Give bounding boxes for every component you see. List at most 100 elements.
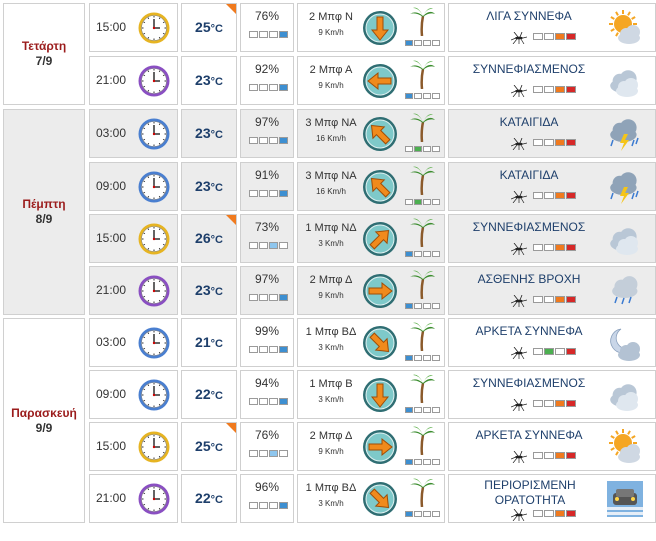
humidity-bar-segment — [279, 137, 288, 144]
forecast-time: 03:00 — [96, 126, 127, 140]
wind-bar-segment — [432, 355, 440, 361]
condition-cell: ΚΑΤΑΙΓΙΔΑ — [448, 109, 656, 158]
humidity-cell: 96% — [240, 474, 294, 523]
wind-strength-bar — [405, 40, 440, 46]
temperature-value: 25 — [195, 19, 211, 35]
forecast-row: 21:00 22°C 96% 1 Μπφ ΒΔ 3 Km/h ΠΕΡΙΟΡΙΣΜΕΝΗ Ο… — [89, 474, 656, 523]
mosquito-bar-segment — [533, 348, 543, 355]
mosquito-icon — [510, 294, 528, 308]
forecast-row: 15:00 25°C 76% 2 Μπφ Ν 9 Km/h ΛΙΓΑ ΣΥΝΝΕΦΑ — [89, 3, 656, 52]
humidity-bar-segment — [249, 398, 258, 405]
wind-bar-segment — [432, 146, 440, 152]
yellow-clock-icon — [137, 222, 171, 256]
cloudy-icon — [607, 221, 643, 257]
mosquito-bar-segment — [566, 296, 576, 303]
mosquito-bar-segment — [566, 510, 576, 517]
wind-direction-arrow-icon — [362, 429, 398, 465]
mosquito-bar-segment — [533, 192, 543, 199]
humidity-value: 97% — [254, 272, 280, 286]
humidity-bar-segment — [249, 502, 258, 509]
temperature: 23°C — [182, 282, 236, 300]
humidity-value: 99% — [254, 324, 280, 338]
palm-tree-icon — [408, 373, 436, 404]
condition-text: ΠΕΡΙΟΡΙΣΜΕΝΗ ΟΡΑΤΟΤΗΤΑ — [484, 478, 576, 507]
temperature: 23°C — [182, 125, 236, 143]
temperature-cell: 21°C — [181, 318, 237, 367]
temperature: 25°C — [182, 438, 236, 456]
warm-marker — [226, 4, 236, 14]
wind-kmh: 9 Km/h — [318, 81, 344, 90]
temperature-unit: °C — [210, 286, 223, 298]
mosquito-bar-segment — [555, 400, 565, 407]
humidity-bar-segment — [259, 502, 268, 509]
temperature-cell: 23°C — [181, 109, 237, 158]
condition-text: ΣΥΝΝΕΦΙΑΣΜΕΝΟΣ — [472, 220, 586, 234]
forecast-row: 03:00 23°C 97% 3 Μπφ ΝΑ 16 Km/h ΚΑΤΑΙΓΙΔΑ — [89, 109, 656, 158]
forecast-row: 09:00 23°C 91% 3 Μπφ ΝΑ 16 Km/h ΚΑΤΑΙΓΙΔΑ — [89, 162, 656, 211]
palm-tree-icon — [408, 477, 436, 508]
thunderstorm-icon — [607, 169, 643, 205]
humidity-bar-segment — [259, 242, 268, 249]
humidity-bar-segment — [269, 398, 278, 405]
mosquito-icon — [510, 346, 528, 360]
humidity-bar — [249, 190, 288, 197]
humidity-cell: 91% — [240, 162, 294, 211]
temperature-cell: 25°C — [181, 422, 237, 471]
mosquito-bar-segment — [555, 452, 565, 459]
mosquito-icon — [510, 242, 528, 256]
condition-text: ΑΡΚΕΤΑ ΣΥΝΝΕΦΑ — [475, 428, 583, 442]
palm-tree-icon — [408, 217, 436, 248]
moon-clouds-icon — [607, 325, 643, 361]
wind-cell: 1 Μπφ ΒΔ 3 Km/h — [297, 318, 445, 367]
forecast-time: 21:00 — [96, 283, 127, 297]
humidity-cell: 99% — [240, 318, 294, 367]
humidity-bar-segment — [259, 190, 268, 197]
humidity-bar-segment — [259, 31, 268, 38]
wind-bar-segment — [432, 303, 440, 309]
humidity-bar-segment — [279, 242, 288, 249]
humidity-bar — [249, 450, 288, 457]
wind-direction-arrow-icon — [362, 273, 398, 309]
humidity-bar-segment — [279, 190, 288, 197]
wind-bar-segment — [432, 459, 440, 465]
wind-bar-segment — [432, 93, 440, 99]
temperature-value: 25 — [195, 438, 211, 454]
mosquito-icon — [510, 450, 528, 464]
wind-beaufort: 1 Μπφ ΝΔ — [305, 222, 357, 234]
wind-bar-segment — [423, 146, 431, 152]
time-cell: 15:00 — [89, 214, 178, 263]
temperature: 23°C — [182, 178, 236, 196]
wind-bar-segment — [432, 40, 440, 46]
wind-bar-segment — [423, 407, 431, 413]
mosquito-level-bar — [533, 348, 576, 355]
mosquito-bar-segment — [555, 296, 565, 303]
mosquito-bar-segment — [555, 244, 565, 251]
blue-clock-icon — [137, 326, 171, 360]
wind-kmh: 9 Km/h — [318, 28, 344, 37]
humidity-bar-segment — [259, 346, 268, 353]
condition-cell: ΣΥΝΝΕΦΙΑΣΜΕΝΟΣ — [448, 370, 656, 419]
humidity-bar-segment — [259, 294, 268, 301]
limited-visibility-icon — [607, 481, 643, 517]
humidity-bar — [249, 242, 288, 249]
mosquito-bar-segment — [566, 192, 576, 199]
wind-kmh: 3 Km/h — [318, 499, 344, 508]
forecast-row: 09:00 22°C 94% 1 Μπφ Β 3 Km/h ΣΥΝΝΕΦΙΑΣΜΕΝΟΣ — [89, 370, 656, 419]
humidity-cell: 76% — [240, 3, 294, 52]
wind-bar-segment — [405, 511, 413, 517]
humidity-bar-segment — [279, 84, 288, 91]
mosquito-bar-segment — [533, 296, 543, 303]
humidity-value: 92% — [254, 62, 280, 76]
wind-bar-segment — [405, 199, 413, 205]
mosquito-level-bar — [533, 192, 576, 199]
mosquito-bar-segment — [566, 244, 576, 251]
time-cell: 21:00 — [89, 56, 178, 105]
mosquito-level-bar — [533, 86, 576, 93]
wind-strength-bar — [405, 407, 440, 413]
temperature: 25°C — [182, 19, 236, 37]
condition-cell: ΣΥΝΝΕΦΙΑΣΜΕΝΟΣ — [448, 56, 656, 105]
wind-cell: 3 Μπφ ΝΑ 16 Km/h — [297, 109, 445, 158]
time-cell: 09:00 — [89, 162, 178, 211]
forecast-time: 09:00 — [96, 179, 127, 193]
humidity-bar — [249, 346, 288, 353]
